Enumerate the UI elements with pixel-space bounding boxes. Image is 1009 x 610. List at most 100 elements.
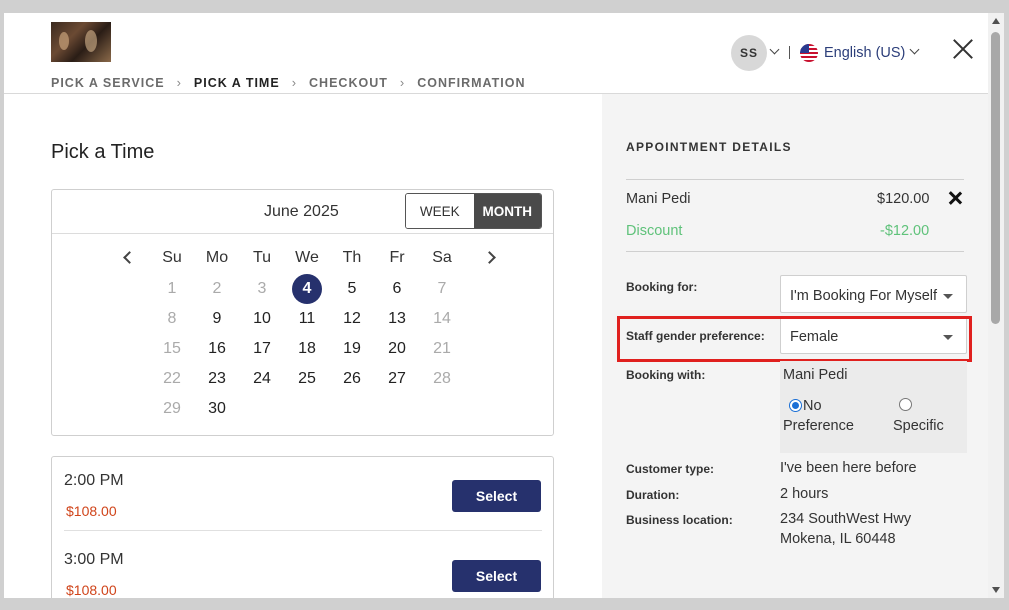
calendar-day[interactable]: 18 <box>292 334 322 364</box>
calendar-day[interactable]: 12 <box>337 304 367 334</box>
duration-label: Duration: <box>626 488 680 502</box>
us-flag-icon <box>800 44 818 62</box>
breadcrumb: PICK A SERVICE › PICK A TIME › CHECKOUT … <box>51 75 526 90</box>
customer-type-label: Customer type: <box>626 462 715 476</box>
month-view-button[interactable]: MONTH <box>473 194 541 228</box>
business-location-line2: Mokena, IL 60448 <box>780 531 896 547</box>
viewport: PICK A SERVICE › PICK A TIME › CHECKOUT … <box>0 0 1009 610</box>
appointment-details-title: APPOINTMENT DETAILS <box>626 140 792 154</box>
calendar-month-label: June 2025 <box>264 203 339 220</box>
calendar-day: 29 <box>163 400 181 417</box>
booking-with-box: Mani Pedi No Preference Specific <box>780 361 967 453</box>
calendar-day[interactable]: 19 <box>337 334 367 364</box>
calendar-day[interactable]: 26 <box>337 364 367 394</box>
calendar-day[interactable]: 27 <box>382 364 412 394</box>
close-icon[interactable] <box>952 38 974 60</box>
booking-with-label: Booking with: <box>626 368 706 382</box>
breadcrumb-pick-a-service[interactable]: PICK A SERVICE <box>51 76 165 90</box>
calendar-day: 14 <box>433 310 451 327</box>
weekday-header: Fr <box>389 249 405 266</box>
chevron-right-icon: › <box>399 75 406 90</box>
scrollbar-thumb[interactable] <box>991 32 1000 324</box>
calendar-day[interactable]: 5 <box>337 274 367 304</box>
select-slot-button[interactable]: Select <box>452 560 541 592</box>
slot-divider <box>64 530 542 531</box>
discount-label: Discount <box>626 223 683 239</box>
user-avatar[interactable]: SS <box>731 35 767 71</box>
scrollbar[interactable] <box>988 13 1004 598</box>
calendar-day[interactable]: 25 <box>292 364 322 394</box>
remove-service-icon[interactable] <box>948 191 962 205</box>
business-location-label: Business location: <box>626 513 733 527</box>
business-location-line1: 234 SouthWest Hwy <box>780 511 912 527</box>
details-divider <box>626 251 964 252</box>
calendar-day: 3 <box>257 280 267 297</box>
chevron-down-icon[interactable] <box>769 44 780 55</box>
weekday-header: Mo <box>205 249 229 266</box>
highlight-box <box>617 316 972 362</box>
calendar-day-selected[interactable]: 4 <box>292 274 322 304</box>
calendar-day[interactable]: 17 <box>247 334 277 364</box>
booking-for-value: I'm Booking For Myself <box>790 288 938 304</box>
calendar-day: 8 <box>167 310 177 327</box>
weekday-header: Tu <box>252 249 272 266</box>
calendar-day[interactable]: 11 <box>292 304 322 334</box>
breadcrumb-pick-a-time[interactable]: PICK A TIME <box>194 76 280 90</box>
week-view-button[interactable]: WEEK <box>406 194 474 228</box>
calendar-day[interactable]: 16 <box>202 334 232 364</box>
duration-value: 2 hours <box>780 486 829 502</box>
details-divider <box>626 179 964 180</box>
business-logo <box>51 22 111 62</box>
service-name: Mani Pedi <box>626 191 691 207</box>
calendar-day: 21 <box>433 340 451 357</box>
calendar-day[interactable]: 13 <box>382 304 412 334</box>
chevron-right-icon: › <box>176 75 182 90</box>
booking-with-service: Mani Pedi <box>783 367 848 383</box>
breadcrumb-checkout[interactable]: CHECKOUT <box>309 76 388 90</box>
service-price: $120.00 <box>877 191 930 207</box>
scroll-down-arrow-icon[interactable] <box>992 587 1000 593</box>
booking-modal: PICK A SERVICE › PICK A TIME › CHECKOUT … <box>4 13 988 598</box>
weekday-header: We <box>295 249 319 266</box>
weekday-header: Th <box>342 249 362 266</box>
chevron-left-icon[interactable] <box>123 251 136 264</box>
discount-value: -$12.00 <box>880 223 930 239</box>
booking-for-select[interactable]: I'm Booking For Myself <box>780 275 967 313</box>
select-slot-button[interactable]: Select <box>452 480 541 512</box>
calendar-day[interactable]: 30 <box>202 394 232 424</box>
header-divider <box>789 46 790 59</box>
page-title: Pick a Time <box>51 141 155 163</box>
calendar-day[interactable]: 10 <box>247 304 277 334</box>
language-selector[interactable]: English (US) <box>824 45 905 61</box>
calendar-day[interactable]: 9 <box>202 304 232 334</box>
calendar-day: 1 <box>167 280 177 297</box>
time-slot-label: 2:00 PM <box>64 472 124 489</box>
no-preference-label-line1: No <box>803 398 822 414</box>
calendar-day[interactable]: 23 <box>202 364 232 394</box>
calendar-day[interactable]: 20 <box>382 334 412 364</box>
weekday-header: Sa <box>432 249 452 266</box>
scroll-up-arrow-icon[interactable] <box>992 18 1000 24</box>
time-slot-price: $108.00 <box>66 582 117 598</box>
breadcrumb-confirmation[interactable]: CONFIRMATION <box>417 76 525 90</box>
calendar-day[interactable]: 24 <box>247 364 277 394</box>
chevron-right-icon[interactable] <box>483 251 496 264</box>
calendar-view-toggle: WEEK MONTH <box>405 193 542 229</box>
time-slot-label: 3:00 PM <box>64 551 124 568</box>
customer-type-value: I've been here before <box>780 460 917 476</box>
calendar-day: 22 <box>163 370 181 387</box>
specific-label: Specific <box>893 418 944 434</box>
calendar-divider <box>52 233 553 234</box>
caret-down-icon <box>943 294 953 299</box>
calendar-day: 15 <box>163 340 181 357</box>
calendar-day[interactable]: 6 <box>382 274 412 304</box>
calendar-day: 28 <box>433 370 451 387</box>
chevron-right-icon: › <box>291 75 298 90</box>
no-preference-radio[interactable] <box>789 399 802 412</box>
chevron-down-icon[interactable] <box>909 44 920 55</box>
specific-radio[interactable] <box>899 398 912 411</box>
time-slot-price: $108.00 <box>66 503 117 519</box>
calendar-day: 2 <box>212 280 222 297</box>
calendar-day: 7 <box>437 280 447 297</box>
weekday-header: Su <box>162 249 182 266</box>
